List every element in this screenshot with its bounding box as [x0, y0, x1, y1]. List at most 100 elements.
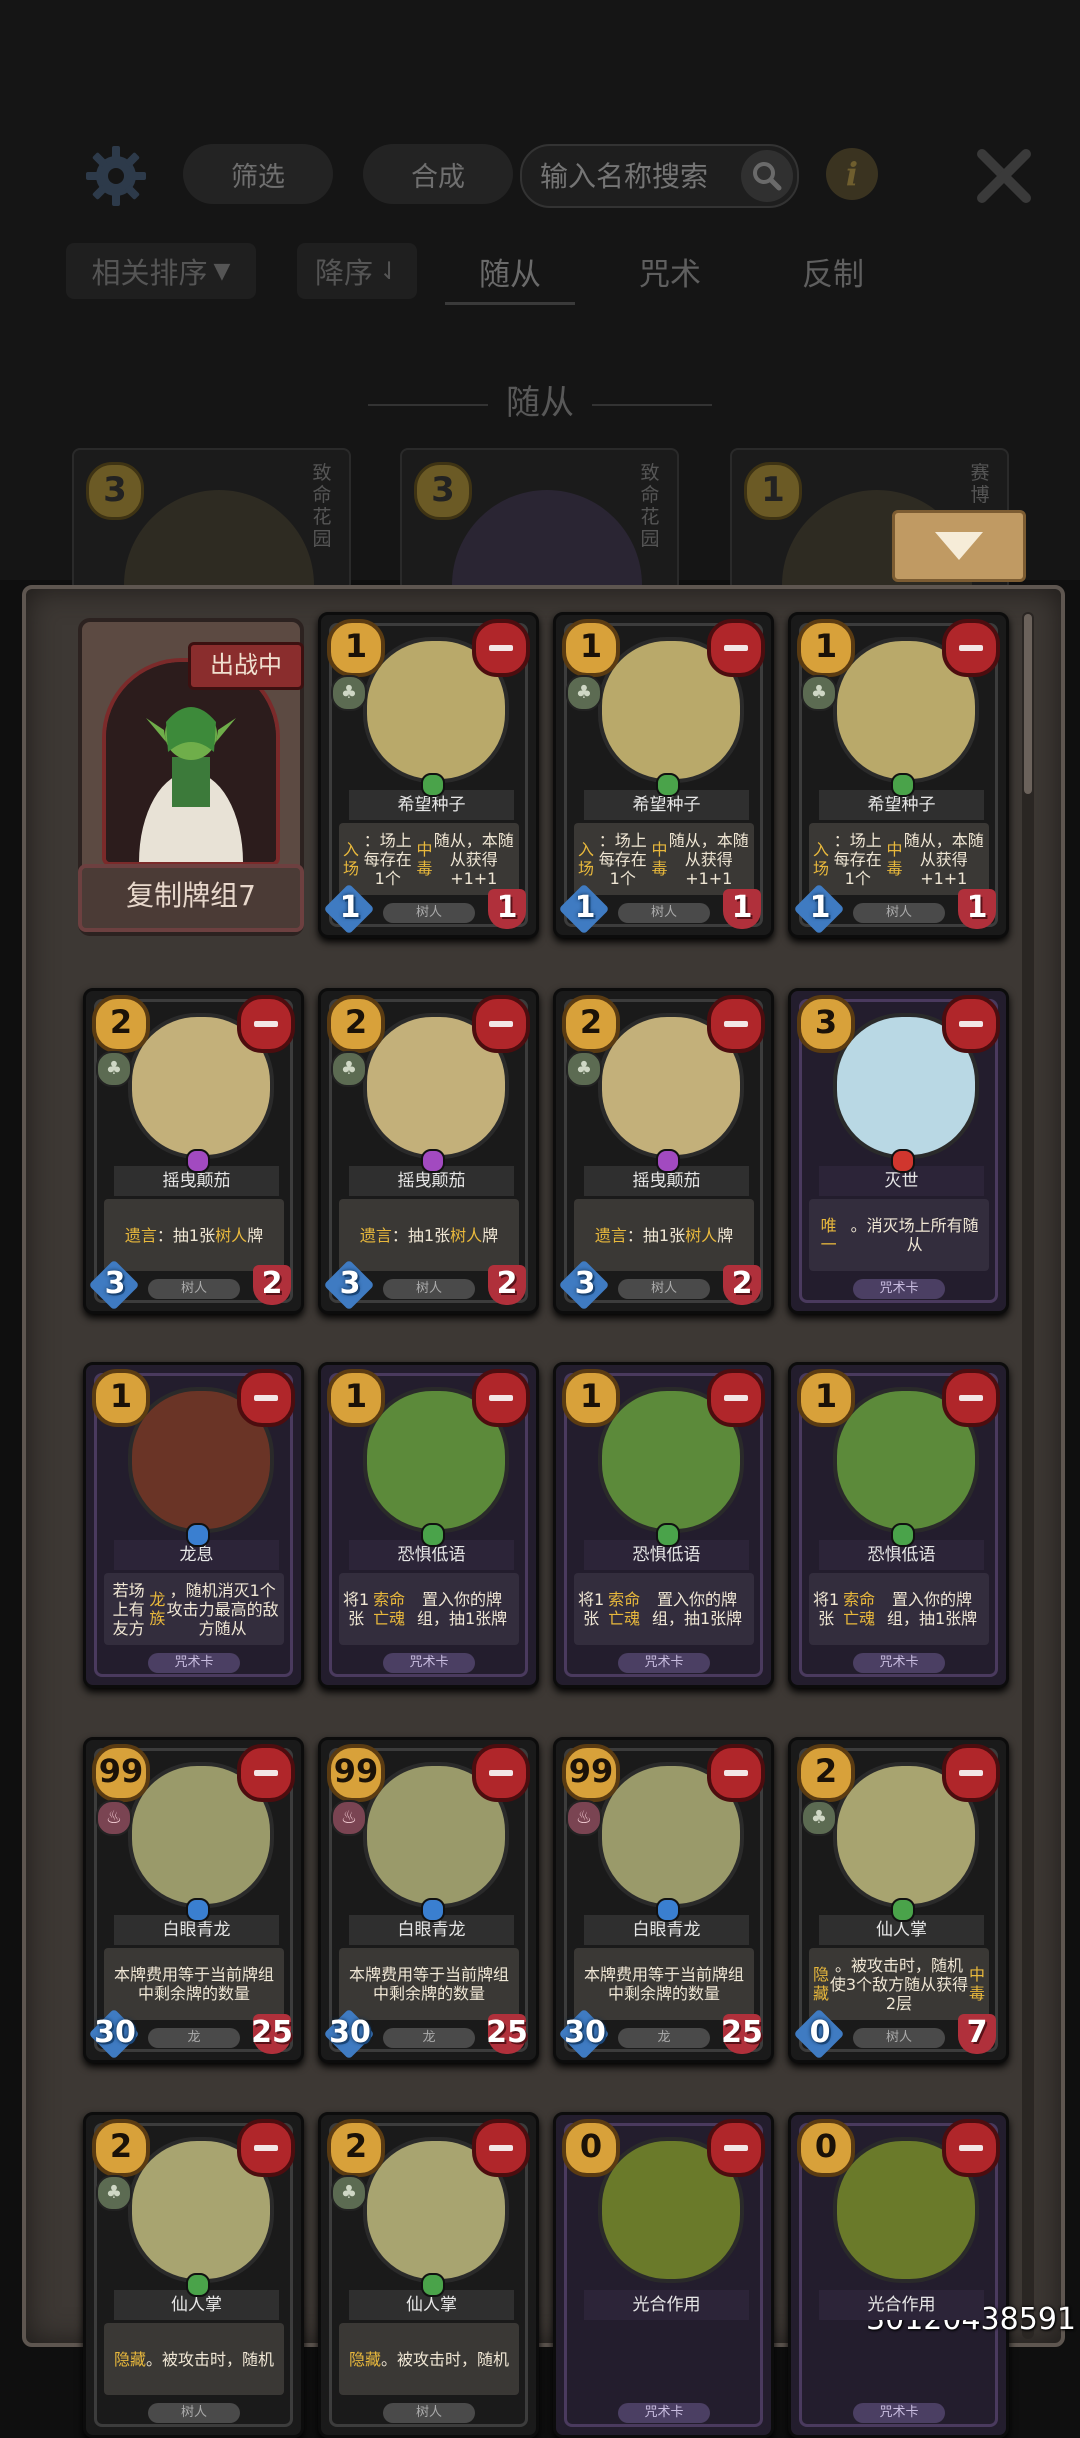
card-cost: 2 [92, 2119, 150, 2177]
deck-card[interactable]: 2 ♣ 摇曳颠茄 遗言 ：抽1张 树人牌树人 3 2 [553, 988, 774, 1314]
remove-card-button[interactable] [472, 2119, 530, 2177]
deck-card[interactable]: 3 灭世 唯一 。消灭场上所有随从 咒术卡 [788, 988, 1009, 1314]
deck-card[interactable]: 1 恐惧低语 将1张 索命亡魂 置入你的牌组，抽1张牌 咒术卡 [553, 1362, 774, 1688]
remove-card-button[interactable] [237, 1744, 295, 1802]
collection-card[interactable]: 3 致命花园 [72, 448, 351, 592]
card-type-tag: 咒术卡 [383, 1653, 475, 1673]
remove-card-button[interactable] [707, 1369, 765, 1427]
search-button[interactable] [741, 150, 793, 202]
card-type-tag: 树人 [853, 2028, 945, 2048]
deck-card[interactable]: 99 ♨ 白眼青龙 本牌费用等于当前牌组中剩余牌的数量龙 30 25 [318, 1737, 539, 2063]
rarity-gem [421, 2273, 445, 2297]
tab-counter-label: 反制 [802, 256, 864, 293]
card-description: 将1张 索命亡魂 置入你的牌组，抽1张牌 [339, 1573, 519, 1645]
active-deck-badge: 出战中 [188, 642, 304, 690]
remove-card-button[interactable] [707, 1744, 765, 1802]
card-type-tag: 树人 [148, 2403, 240, 2423]
card-health: 25 [717, 2008, 767, 2058]
deck-card[interactable]: 0 光合作用 咒术卡 [788, 2112, 1009, 2438]
remove-card-button[interactable] [707, 2119, 765, 2177]
deck-card[interactable]: 2 ♣ 摇曳颠茄 遗言 ：抽1张 树人牌树人 3 2 [83, 988, 304, 1314]
collapse-panel-button[interactable] [892, 510, 1026, 582]
remove-card-button[interactable] [237, 2119, 295, 2177]
remove-card-button[interactable] [942, 995, 1000, 1053]
deck-card[interactable]: 99 ♨ 白眼青龙 本牌费用等于当前牌组中剩余牌的数量龙 30 25 [553, 1737, 774, 2063]
rarity-gem [186, 2273, 210, 2297]
deck-card[interactable]: 2 ♣ 仙人掌 隐藏 。被攻击时，随机 树人 [83, 2112, 304, 2438]
card-cost: 0 [797, 2119, 855, 2177]
rarity-gem [421, 1523, 445, 1547]
remove-card-button[interactable] [942, 2119, 1000, 2177]
card-type-tag: 咒术卡 [618, 2403, 710, 2423]
minus-icon [724, 2145, 748, 2151]
search-input[interactable] [538, 158, 737, 194]
treant-tribe-icon: ♣ [566, 1051, 602, 1087]
treant-tribe-icon: ♣ [331, 1051, 367, 1087]
deck-card[interactable]: 1 龙息 若场上有友方 龙族 ，随机消灭1个攻击力最高的敌方随从 咒术卡 [83, 1362, 304, 1688]
scrollbar[interactable] [1022, 612, 1034, 2339]
deck-card[interactable]: 1 恐惧低语 将1张 索命亡魂 置入你的牌组，抽1张牌 咒术卡 [788, 1362, 1009, 1688]
order-toggle[interactable]: 降序 ⇃ [297, 243, 417, 299]
deck-card[interactable]: 2 ♣ 摇曳颠茄 遗言 ：抽1张 树人牌树人 3 2 [318, 988, 539, 1314]
card-description: 隐藏 。被攻击时，随机 [339, 2323, 519, 2395]
sort-dropdown[interactable]: 相关排序 ▼ [66, 243, 256, 299]
deck-card[interactable]: 2 ♣ 仙人掌 隐藏 。被攻击时，随机使3个敌方随从获得2层 中毒 树人 0 7 [788, 1737, 1009, 2063]
settings-gear-icon[interactable] [84, 144, 148, 208]
treant-tribe-icon: ♣ [96, 2175, 132, 2211]
tab-spell[interactable]: 咒术 [605, 245, 735, 297]
synthesize-button[interactable]: 合成 [363, 144, 513, 204]
card-cost: 99 [92, 1744, 150, 1802]
card-type-tag: 龙 [148, 2028, 240, 2048]
close-button[interactable] [972, 144, 1036, 208]
deck-card[interactable]: 1 恐惧低语 将1张 索命亡魂 置入你的牌组，抽1张牌 咒术卡 [318, 1362, 539, 1688]
rarity-gem [891, 1523, 915, 1547]
card-cost: 1 [327, 1369, 385, 1427]
remove-card-button[interactable] [237, 995, 295, 1053]
deck-card[interactable]: 99 ♨ 白眼青龙 本牌费用等于当前牌组中剩余牌的数量龙 30 25 [83, 1737, 304, 2063]
chevron-down-icon: ▼ [213, 258, 231, 284]
card-cost: 2 [327, 995, 385, 1053]
deck-card[interactable]: 2 ♣ 仙人掌 隐藏 。被攻击时，随机 树人 [318, 2112, 539, 2438]
remove-card-button[interactable] [472, 1369, 530, 1427]
card-attack: 30 [560, 2008, 610, 2058]
rarity-gem [656, 1523, 680, 1547]
deck-card[interactable]: 1 ♣ 希望种子 入场 ：场上每存在1个 中毒 随从，本随从获得+1+1 树人 1 1 [788, 612, 1009, 938]
card-attack: 1 [795, 883, 845, 933]
remove-card-button[interactable] [942, 1744, 1000, 1802]
card-cost: 1 [562, 1369, 620, 1427]
minus-icon [254, 1770, 278, 1776]
remove-card-button[interactable] [237, 1369, 295, 1427]
remove-card-button[interactable] [942, 1369, 1000, 1427]
info-button[interactable]: i [826, 148, 878, 200]
card-health: 2 [482, 1259, 532, 1309]
card-type-tag: 咒术卡 [853, 1279, 945, 1299]
card-cost: 3 [414, 462, 472, 520]
remove-card-button[interactable] [472, 1744, 530, 1802]
deck-card[interactable]: 0 光合作用 咒术卡 [553, 2112, 774, 2438]
card-cost: 99 [562, 1744, 620, 1802]
card-cost: 1 [744, 462, 802, 520]
remove-card-button[interactable] [707, 995, 765, 1053]
card-cost: 0 [562, 2119, 620, 2177]
remove-card-button[interactable] [472, 619, 530, 677]
deck-hero-card[interactable]: 出战中 复制牌组7 [78, 618, 304, 936]
remove-card-button[interactable] [472, 995, 530, 1053]
card-type-tag: 树人 [618, 903, 710, 923]
card-cost: 2 [327, 2119, 385, 2177]
remove-card-button[interactable] [707, 619, 765, 677]
card-attack: 1 [325, 883, 375, 933]
remove-card-button[interactable] [942, 619, 1000, 677]
scrollbar-thumb[interactable] [1024, 614, 1032, 794]
rarity-gem [186, 1898, 210, 1922]
search-icon [753, 162, 782, 191]
collection-card[interactable]: 3 致命花园 [400, 448, 679, 592]
deck-card[interactable]: 1 ♣ 希望种子 入场 ：场上每存在1个 中毒 随从，本随从获得+1+1 树人 1 1 [318, 612, 539, 938]
tab-counter[interactable]: 反制 [768, 245, 898, 297]
divider [592, 403, 712, 406]
divider [368, 403, 488, 406]
filter-button[interactable]: 筛选 [183, 144, 333, 204]
deck-card[interactable]: 1 ♣ 希望种子 入场 ：场上每存在1个 中毒 随从，本随从获得+1+1 树人 1 1 [553, 612, 774, 938]
tab-minion[interactable]: 随从 [445, 245, 575, 297]
minus-icon [724, 645, 748, 651]
rarity-gem [891, 773, 915, 797]
